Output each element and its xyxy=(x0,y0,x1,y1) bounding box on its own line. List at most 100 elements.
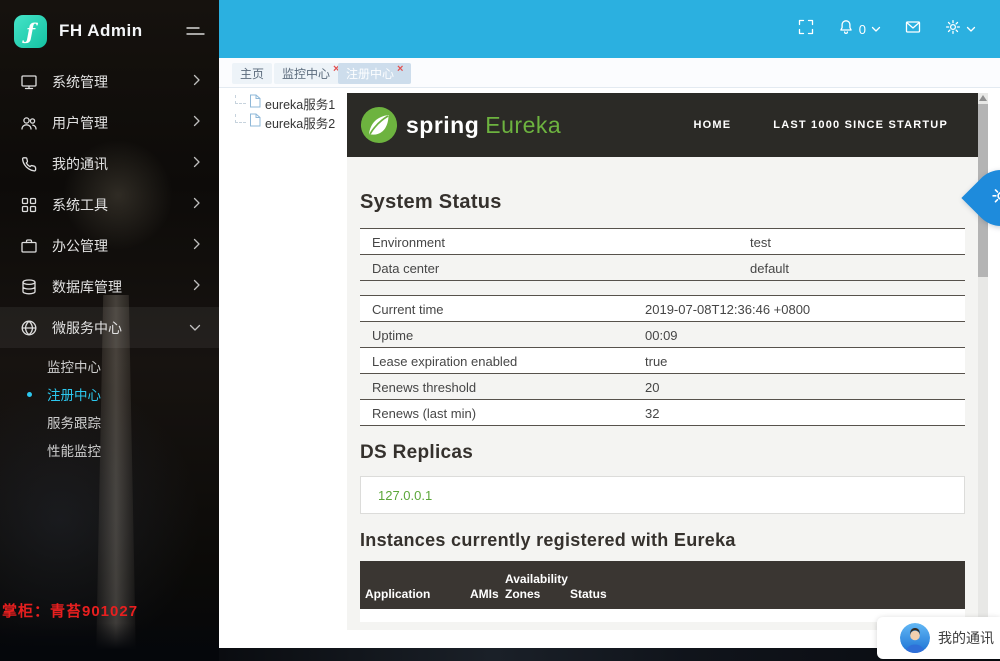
chevron-right-icon xyxy=(193,73,201,91)
row-label: Environment xyxy=(372,235,445,250)
tab-home[interactable]: 主页 xyxy=(232,63,272,84)
app-title: FH Admin xyxy=(59,21,143,41)
instances-table: Application AMIs Availability Zones Stat… xyxy=(360,561,965,622)
sidebar-item-my-messages[interactable]: 我的通讯 xyxy=(0,143,219,184)
sidebar-item-office-mgmt[interactable]: 办公管理 xyxy=(0,225,219,266)
sidebar-item-label: 系统工具 xyxy=(52,195,193,215)
notification-count: 0 xyxy=(859,22,866,37)
users-icon xyxy=(20,114,38,132)
table-row: Lease expiration enabled true xyxy=(360,347,965,373)
nav-link-last-1000[interactable]: LAST 1000 SINCE STARTUP xyxy=(773,119,948,131)
sidebar-collapse-button[interactable] xyxy=(185,24,205,43)
nav-link-home[interactable]: HOME xyxy=(693,119,731,131)
gear-icon xyxy=(991,186,1000,211)
table-row: Renews threshold 20 xyxy=(360,373,965,399)
table-row xyxy=(360,609,965,622)
tree-connector xyxy=(235,95,246,104)
settings-menu-button[interactable] xyxy=(945,19,976,40)
sidebar-subitem-label: 注册中心 xyxy=(47,384,101,404)
owner-note: 掌柜：青苔901027 xyxy=(2,600,138,621)
grid-icon xyxy=(20,196,38,214)
briefcase-icon xyxy=(20,237,38,255)
sidebar-item-database-mgmt[interactable]: 数据库管理 xyxy=(0,266,219,307)
tree-item-label: eureka服务1 xyxy=(265,94,335,113)
ds-replicas-title: DS Replicas xyxy=(360,442,965,464)
row-label: Renews threshold xyxy=(372,380,476,395)
sidebar-item-user-mgmt[interactable]: 用户管理 xyxy=(0,102,219,143)
notifications-button[interactable]: 0 xyxy=(838,19,881,40)
sidebar-item-label: 办公管理 xyxy=(52,236,193,256)
eureka-brand: springEureka xyxy=(406,112,561,139)
row-value: test xyxy=(750,235,771,250)
gear-icon xyxy=(945,19,961,40)
column-header: Status xyxy=(570,587,650,602)
column-header: AMIs xyxy=(470,587,505,602)
sidebar-item-system-mgmt[interactable]: 系统管理 xyxy=(0,61,219,102)
tree-item-label: eureka服务2 xyxy=(265,113,335,132)
file-icon xyxy=(249,113,261,132)
tree-item-eureka-service-1[interactable]: eureka服务1 xyxy=(235,94,335,113)
sidebar-subitem-registry-center[interactable]: 注册中心 xyxy=(0,380,219,408)
globe-icon xyxy=(20,319,38,337)
sidebar-item-label: 数据库管理 xyxy=(52,277,193,297)
tab-monitor-center[interactable]: 监控中心 × xyxy=(274,63,347,84)
phone-icon xyxy=(20,155,38,173)
tree-item-eureka-service-2[interactable]: eureka服务2 xyxy=(235,113,335,132)
chevron-right-icon xyxy=(193,114,201,132)
topbar: 0 xyxy=(219,0,1000,58)
chat-widget-label: 我的通讯 xyxy=(938,628,994,648)
fullscreen-button[interactable] xyxy=(798,19,814,40)
close-tab-icon[interactable]: × xyxy=(397,63,403,75)
eureka-nav-links: HOME LAST 1000 SINCE STARTUP xyxy=(693,119,948,131)
ds-replicas-box: 127.0.0.1 xyxy=(360,476,965,514)
fullscreen-icon xyxy=(798,19,814,40)
sidebar-item-label: 系统管理 xyxy=(52,72,193,92)
chevron-down-icon xyxy=(871,20,881,38)
row-value: 32 xyxy=(645,406,659,421)
bell-icon xyxy=(838,19,854,40)
scroll-up-arrow-icon[interactable] xyxy=(979,95,987,101)
spring-leaf-icon xyxy=(360,106,398,144)
table-row: Renews (last min) 32 xyxy=(360,399,965,425)
tab-label: 注册中心 xyxy=(346,65,394,82)
sidebar-subitem-label: 监控中心 xyxy=(47,356,101,376)
row-label: Current time xyxy=(372,302,444,317)
sidebar-item-label: 我的通讯 xyxy=(52,154,193,174)
row-label: Uptime xyxy=(372,328,413,343)
chevron-down-icon xyxy=(189,319,201,337)
row-value: default xyxy=(750,261,789,276)
chevron-right-icon xyxy=(193,278,201,296)
chat-widget[interactable]: 我的通讯 xyxy=(877,617,1000,659)
row-label: Lease expiration enabled xyxy=(372,354,517,369)
row-value: 2019-07-08T12:36:46 +0800 xyxy=(645,302,810,317)
app-logo-glyph: ƒ xyxy=(26,19,35,44)
brand-spring: spring xyxy=(406,112,479,138)
tab-registry-center[interactable]: 注册中心 × xyxy=(338,63,411,84)
eureka-navbar: springEureka HOME LAST 1000 SINCE STARTU… xyxy=(347,93,978,157)
tree-connector xyxy=(235,114,246,123)
table-row: Current time 2019-07-08T12:36:46 +0800 xyxy=(360,295,965,321)
eureka-dashboard: springEureka HOME LAST 1000 SINCE STARTU… xyxy=(347,93,978,630)
sidebar-subitem-performance-monitor[interactable]: 性能监控 xyxy=(0,436,219,464)
table-row: Data center default xyxy=(360,254,965,280)
app-logo: ƒ xyxy=(14,15,47,48)
file-icon xyxy=(249,94,261,113)
sidebar-menu: 系统管理 用户管理 我的通讯 系统工具 办公管理 数据库管理 xyxy=(0,61,219,348)
messages-button[interactable] xyxy=(905,19,921,40)
sidebar-subitem-monitor-center[interactable]: 监控中心 xyxy=(0,352,219,380)
chevron-right-icon xyxy=(193,237,201,255)
sidebar-item-microservice-center[interactable]: 微服务中心 xyxy=(0,307,219,348)
eureka-content: System Status Environment test Data cent… xyxy=(347,191,978,622)
monitor-icon xyxy=(20,73,38,91)
database-icon xyxy=(20,278,38,296)
service-tree: eureka服务1 eureka服务2 xyxy=(235,94,335,132)
sidebar-item-label: 微服务中心 xyxy=(52,318,189,338)
replica-link[interactable]: 127.0.0.1 xyxy=(378,488,432,503)
sidebar-item-system-tools[interactable]: 系统工具 xyxy=(0,184,219,225)
sidebar-item-label: 用户管理 xyxy=(52,113,193,133)
sidebar-subitem-label: 服务跟踪 xyxy=(47,412,101,432)
row-label: Renews (last min) xyxy=(372,406,476,421)
sidebar-subitem-service-trace[interactable]: 服务跟踪 xyxy=(0,408,219,436)
hamburger-icon xyxy=(185,25,205,42)
row-label: Data center xyxy=(372,261,439,276)
